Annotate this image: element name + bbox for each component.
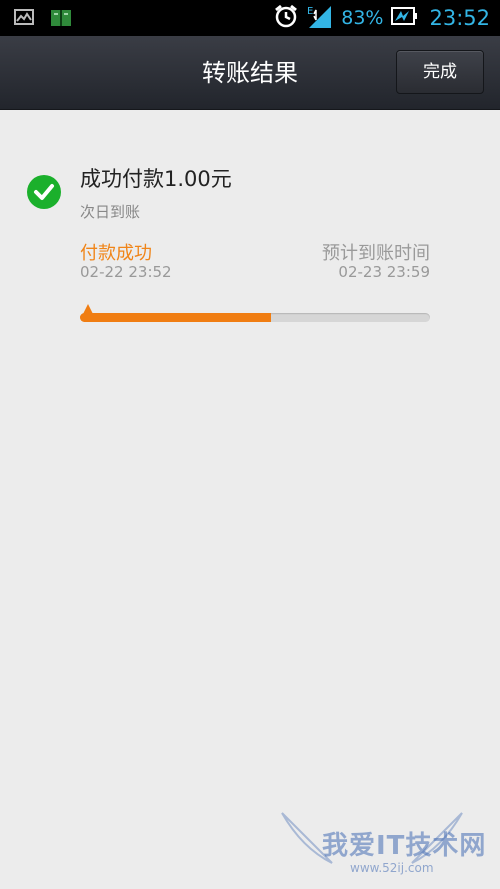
status-bar: E 83% 23:52 — [0, 0, 500, 36]
watermark-url: www.52ij.com — [350, 861, 434, 875]
title-bar: 转账结果 完成 — [0, 36, 500, 110]
reader-icon — [50, 8, 72, 32]
step-paid-label: 付款成功 — [80, 243, 152, 264]
result-subtitle: 次日到账 — [80, 203, 141, 221]
step-arrival-time: 02-23 23:59 — [338, 263, 430, 281]
progress-fill — [80, 313, 271, 322]
battery-percent: 83% — [341, 7, 384, 29]
alarm-icon — [273, 3, 299, 33]
signal-icon: E — [307, 2, 333, 34]
battery-icon — [391, 5, 418, 31]
success-check-icon — [27, 175, 61, 209]
progress-track — [80, 313, 430, 322]
step-paid-time: 02-22 23:52 — [80, 263, 172, 281]
svg-text:E: E — [307, 6, 313, 17]
done-button[interactable]: 完成 — [396, 50, 484, 94]
watermark: 我爱IT技术网 www.52ij.com — [272, 803, 492, 883]
gallery-icon — [14, 8, 34, 32]
result-title: 成功付款1.00元 — [80, 167, 232, 191]
status-clock: 23:52 — [429, 6, 490, 30]
progress-start-marker-icon — [80, 304, 96, 324]
watermark-text: 我爱IT技术网 — [322, 831, 487, 861]
step-arrival-label: 预计到账时间 — [322, 243, 430, 264]
